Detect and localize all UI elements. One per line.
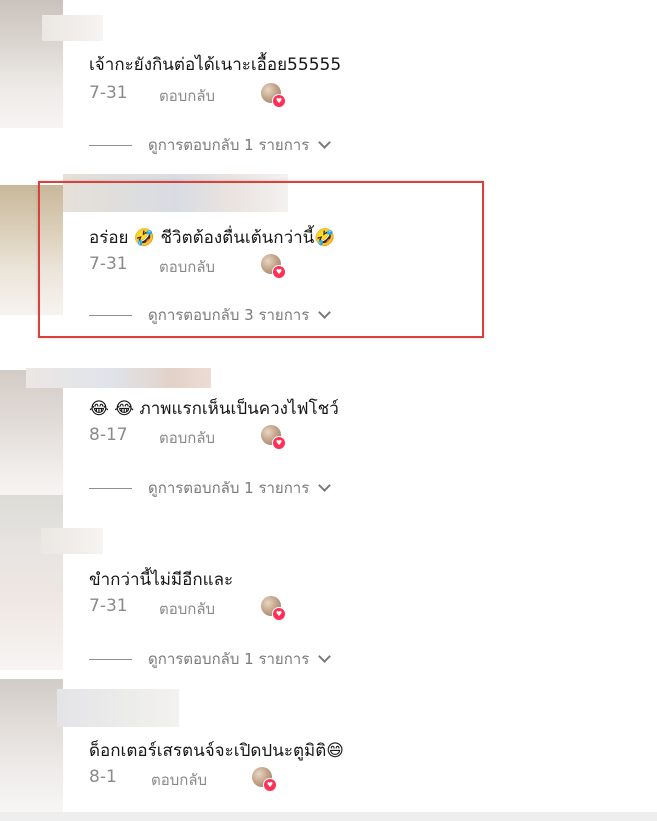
username[interactable] [42,15,103,41]
author-liked-badge: ♥ [261,596,286,621]
reply-button[interactable]: ตอบกลับ [151,768,207,792]
bottom-edge [0,812,657,821]
highlight-box [38,181,484,338]
comment-text: ขำกว่านี้ไม่มีอีกและ [89,570,234,590]
comment-date: 8-1 [89,767,117,787]
author-liked-heart-icon: ♥ [272,607,286,621]
view-replies-button[interactable]: ดูการตอบกลับ 1 รายการ [89,478,332,498]
author-liked-heart-icon: ♥ [272,436,286,450]
view-replies-button[interactable]: ดูการตอบกลับ 1 รายการ [89,649,332,669]
reply-button[interactable]: ตอบกลับ [159,84,215,108]
username[interactable] [26,368,211,388]
view-replies-label: ดูการตอบกลับ 1 รายการ [148,650,310,668]
comment-text: ด็อกเตอร์เสรตนจ์จะเปิดปนะตูมิติ😄 [89,741,344,761]
username[interactable] [41,528,103,554]
username[interactable] [57,689,179,727]
author-liked-heart-icon: ♥ [263,778,277,792]
divider-line [89,144,132,146]
author-liked-badge: ♥ [252,767,277,792]
view-replies-label: ดูการตอบกลับ 1 รายการ [148,479,310,497]
author-liked-badge: ♥ [261,83,286,108]
avatar[interactable] [0,495,63,670]
comment-text: เจ้ากะยังกินต่อได้เนาะเอื้อย55555 [89,55,342,75]
comment-text: 😂 😂 ภาพแรกเห็นเป็นควงไฟโชว์ [89,399,339,419]
author-liked-badge: ♥ [261,425,286,450]
divider-line [89,658,132,660]
avatar[interactable] [0,370,63,496]
comment-date: 8-17 [89,425,128,445]
reply-button[interactable]: ตอบกลับ [159,597,215,621]
divider-line [89,487,132,489]
chevron-down-icon [318,136,332,149]
view-replies-label: ดูการตอบกลับ 1 รายการ [148,136,310,154]
comment-date: 7-31 [89,596,128,616]
avatar[interactable] [0,679,63,812]
view-replies-button[interactable]: ดูการตอบกลับ 1 รายการ [89,135,332,155]
chevron-down-icon [318,650,332,663]
comment-date: 7-31 [89,83,128,103]
author-liked-heart-icon: ♥ [272,94,286,108]
reply-button[interactable]: ตอบกลับ [159,426,215,450]
chevron-down-icon [318,479,332,492]
